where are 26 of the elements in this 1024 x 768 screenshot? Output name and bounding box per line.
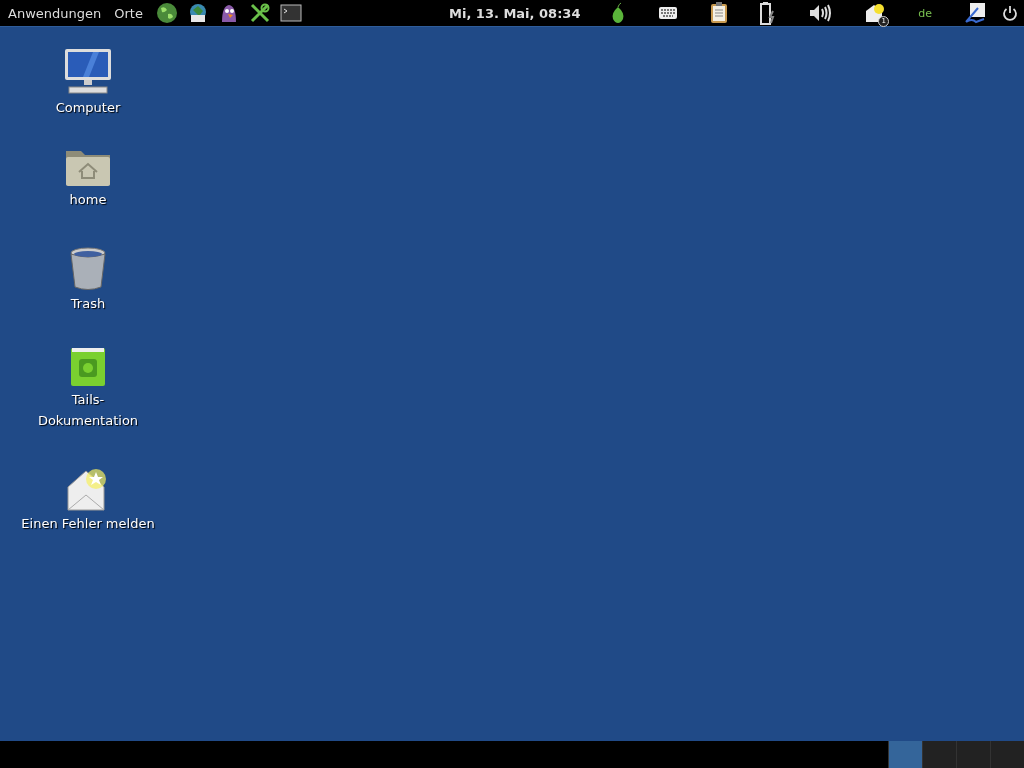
- desktop-icon-label[interactable]: Einen Fehler melden: [21, 513, 155, 534]
- panel-menu[interactable]: Orte: [114, 5, 143, 21]
- notification-icon[interactable]: [864, 3, 887, 23]
- volume-icon[interactable]: [808, 3, 833, 23]
- computer-icon[interactable]: [63, 47, 113, 95]
- workspace-tile[interactable]: [990, 741, 1024, 768]
- workspace-tile[interactable]: [922, 741, 956, 768]
- desktop-icon-label[interactable]: Computer: [55, 97, 121, 118]
- keyboard-layout-indicator[interactable]: de: [918, 6, 932, 20]
- keyboard-icon[interactable]: [658, 6, 679, 20]
- pen-icon[interactable]: [964, 2, 986, 24]
- terminal-icon[interactable]: [279, 3, 302, 23]
- desktop-icon-label[interactable]: Trash: [70, 293, 106, 314]
- desktop-icon-label[interactable]: home: [69, 189, 107, 210]
- clipboard-icon[interactable]: [710, 2, 729, 24]
- workspace-tile[interactable]: [888, 741, 922, 768]
- panel-menu[interactable]: Anwendungen: [8, 5, 102, 21]
- book-icon[interactable]: [70, 347, 106, 387]
- battery-icon[interactable]: [760, 1, 777, 25]
- key-icon[interactable]: [248, 2, 271, 24]
- workspace-tile[interactable]: [956, 741, 990, 768]
- power-icon[interactable]: [1002, 5, 1018, 21]
- trash-icon[interactable]: [69, 247, 107, 291]
- clock[interactable]: Mi, 13. Mai, 08:34: [449, 5, 581, 21]
- desktop-icon-label[interactable]: Tails- Dokumentation: [37, 389, 139, 431]
- globe-icon[interactable]: [155, 2, 178, 24]
